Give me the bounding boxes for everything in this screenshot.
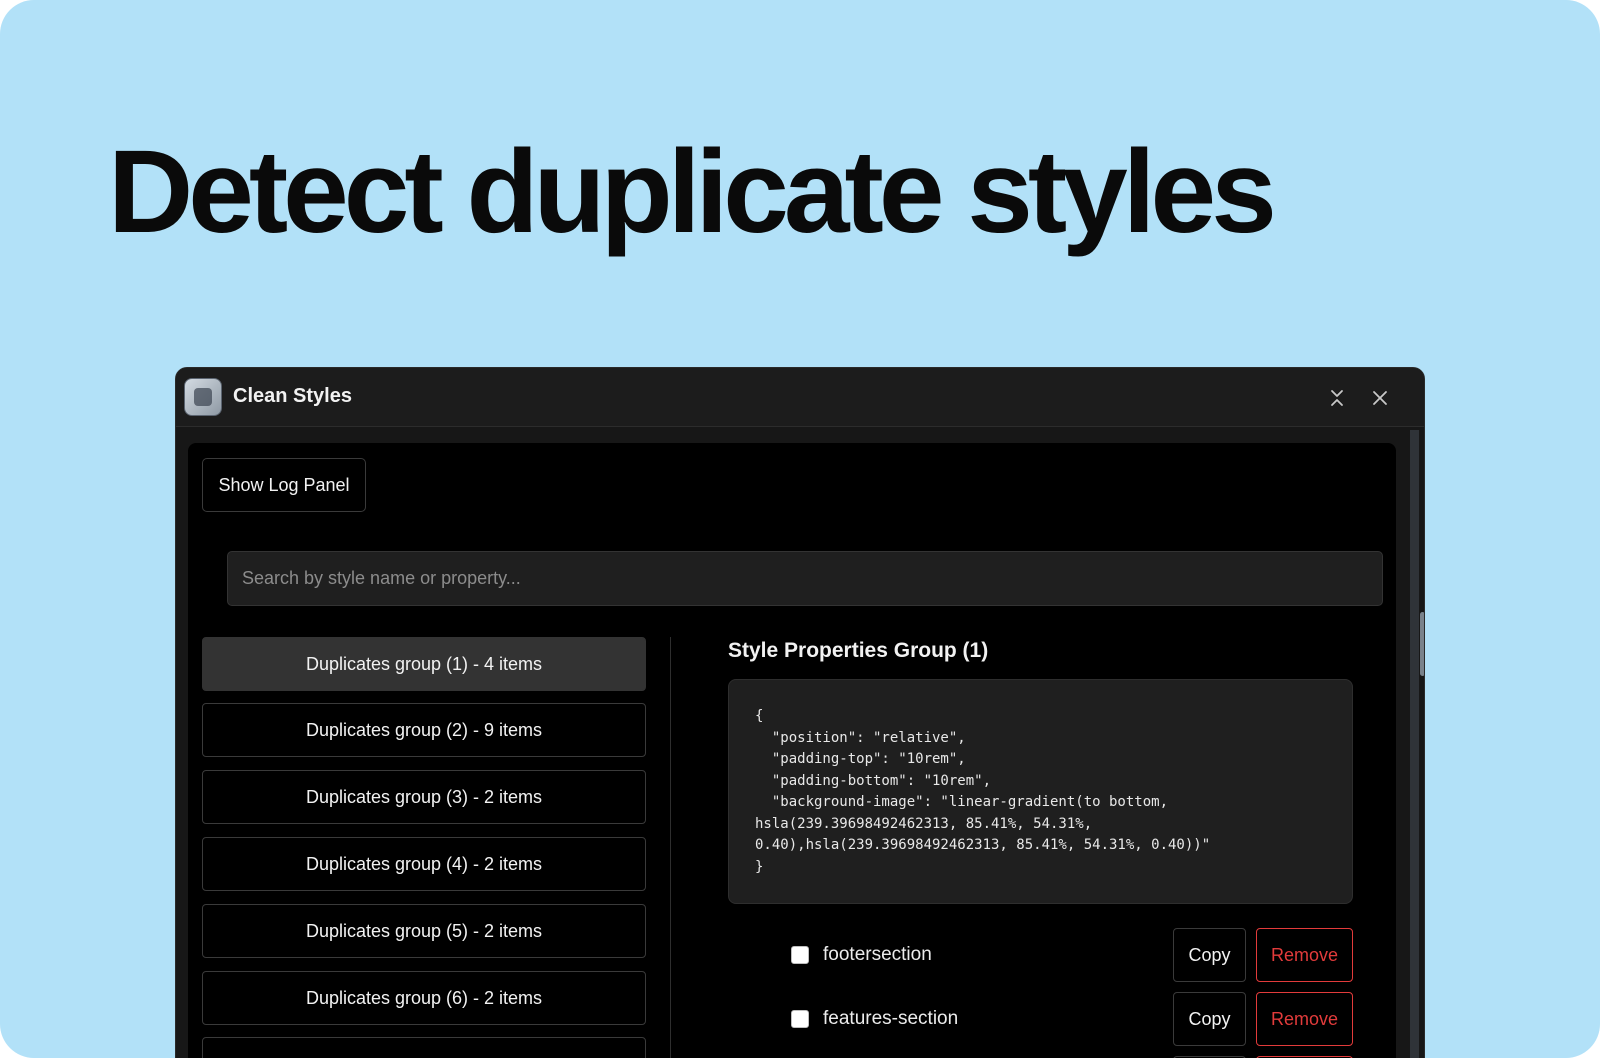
style-checkbox[interactable] (791, 1010, 809, 1028)
style-name: footersection (823, 944, 932, 965)
style-name: features-section (823, 1008, 959, 1029)
remove-button[interactable]: Remove (1256, 992, 1353, 1046)
group-item-7-partial[interactable] (202, 1037, 646, 1058)
style-checkbox[interactable] (791, 946, 809, 964)
group-item-6[interactable]: Duplicates group (6) - 2 items (202, 971, 646, 1025)
style-row: features-section Copy Remove (728, 992, 1353, 1046)
close-icon[interactable] (1365, 383, 1395, 413)
search-input[interactable] (227, 551, 1383, 606)
style-properties-title: Style Properties Group (1) (728, 639, 989, 662)
scrollbar-track[interactable] (1410, 430, 1419, 1058)
copy-button[interactable]: Copy (1173, 992, 1246, 1046)
title-bar: Clean Styles (176, 368, 1424, 427)
style-row: footersection Copy Remove (728, 928, 1353, 982)
copy-button[interactable]: Copy (1173, 928, 1246, 982)
app-window: Clean Styles Show Log Panel Duplicates g (175, 367, 1425, 1058)
main-panel: Show Log Panel Duplicates group (1) - 4 … (188, 443, 1396, 1058)
column-divider (670, 637, 671, 1058)
show-log-panel-button[interactable]: Show Log Panel (202, 458, 366, 512)
group-item-4[interactable]: Duplicates group (4) - 2 items (202, 837, 646, 891)
remove-button[interactable]: Remove (1256, 928, 1353, 982)
banner-background: Detect duplicate styles Clean Styles Sho… (0, 0, 1600, 1058)
clean-styles-app-icon (184, 378, 222, 416)
collapse-arrows-icon[interactable] (1322, 383, 1352, 413)
window-title: Clean Styles (233, 385, 352, 407)
scrollbar-thumb[interactable] (1420, 612, 1424, 676)
group-item-3[interactable]: Duplicates group (3) - 2 items (202, 770, 646, 824)
group-item-5[interactable]: Duplicates group (5) - 2 items (202, 904, 646, 958)
headline: Detect duplicate styles (108, 126, 1277, 258)
group-item-2[interactable]: Duplicates group (2) - 9 items (202, 703, 646, 757)
style-properties-json: { "position": "relative", "padding-top":… (755, 708, 1211, 875)
style-properties-code-block: { "position": "relative", "padding-top":… (728, 679, 1353, 904)
group-item-1[interactable]: Duplicates group (1) - 4 items (202, 637, 646, 691)
